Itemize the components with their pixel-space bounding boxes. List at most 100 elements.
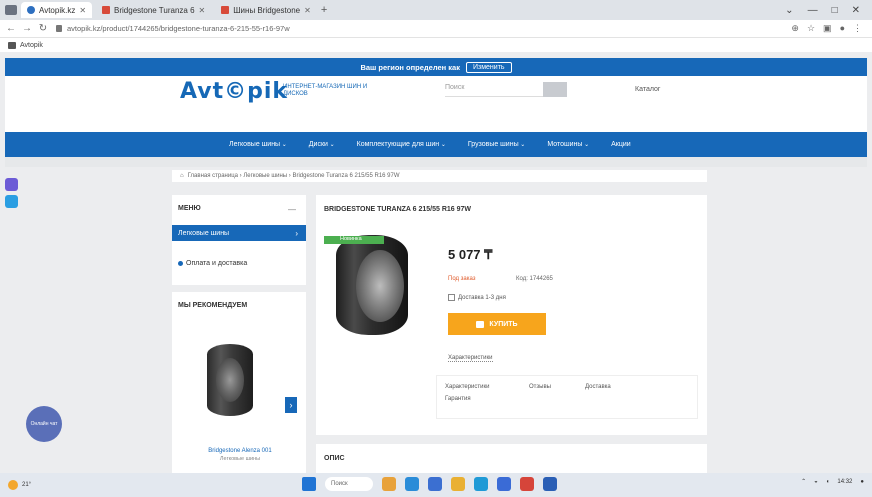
nav-item-promo[interactable]: Акции: [611, 141, 631, 148]
sidebar-item-tires[interactable]: Легковые шины ›: [172, 225, 306, 241]
back-icon[interactable]: ←: [6, 23, 16, 34]
word-icon[interactable]: [497, 477, 511, 491]
site-logo[interactable]: Avt©pik: [180, 79, 288, 104]
profile-icon[interactable]: ●: [840, 23, 845, 34]
close-tab-icon[interactable]: ✕: [304, 6, 311, 15]
close-window-icon[interactable]: ✕: [852, 5, 860, 16]
buy-label: КУПИТЬ: [489, 320, 518, 328]
minimize-icon[interactable]: —: [808, 5, 818, 16]
viber-icon[interactable]: [5, 178, 18, 191]
menu-title: МЕНЮ: [178, 205, 201, 212]
telegram-icon[interactable]: [5, 195, 18, 208]
sidebar-menu: МЕНЮ — Легковые шины › Оплата и доставка: [172, 195, 306, 285]
bookmark-label[interactable]: Avtopik: [20, 42, 43, 49]
favicon-icon: [27, 6, 35, 14]
info-link[interactable]: Отзывы: [529, 384, 551, 390]
url-field[interactable]: avtopik.kz/product/1744265/bridgestone-t…: [67, 24, 290, 33]
social-widget: [5, 178, 19, 220]
reload-icon[interactable]: ↻: [38, 23, 48, 34]
bookmarks-bar: Avtopik: [0, 38, 872, 52]
availability-status: Под заказ: [448, 276, 476, 282]
breadcrumb-text[interactable]: Главная страница › Легковые шины › Bridg…: [188, 173, 400, 179]
dropdown-icon[interactable]: ⌄: [785, 5, 793, 16]
clock[interactable]: 14:32: [837, 479, 852, 485]
close-tab-icon[interactable]: ✕: [79, 6, 86, 15]
recommended-panel: МЫ РЕКОМЕНДУЕМ › Bridgestone Alenza 001 …: [172, 292, 306, 473]
forward-icon[interactable]: →: [22, 23, 32, 34]
volume-icon[interactable]: ◖: [826, 479, 830, 485]
window-controls: ⌄ — □ ✕: [785, 5, 860, 16]
sidebar-item-delivery[interactable]: Оплата и доставка: [178, 260, 247, 267]
weather-temp: 21°: [22, 482, 32, 488]
main-navigation: Легковые шины Диски Комплектующие для ши…: [5, 132, 867, 157]
address-bar: ← → ↻ avtopik.kz/product/1744265/bridges…: [0, 20, 872, 38]
folder-icon[interactable]: [451, 477, 465, 491]
wifi-icon[interactable]: ◒: [814, 479, 818, 485]
extensions-icon[interactable]: ▣: [823, 23, 832, 34]
nav-item-moto[interactable]: Мотошины: [547, 141, 589, 148]
calendar-icon: [448, 294, 455, 301]
info-link[interactable]: Доставка: [585, 384, 611, 390]
delivery-info: Доставка 1-3 дня: [448, 294, 506, 301]
recommended-tire-image[interactable]: [207, 344, 253, 416]
tab-label: Шины Bridgestone: [233, 5, 301, 15]
app-icon[interactable]: [543, 477, 557, 491]
edge-icon[interactable]: [405, 477, 419, 491]
close-tab-icon[interactable]: ✕: [199, 6, 206, 15]
taskbar-search[interactable]: Поиск: [325, 477, 373, 491]
tab-actions-icon[interactable]: [5, 5, 17, 15]
start-icon[interactable]: [302, 477, 316, 491]
catalog-link[interactable]: Каталог: [635, 86, 660, 93]
tab-label: Bridgestone Turanza 6: [114, 5, 195, 15]
home-icon[interactable]: ⌂: [180, 173, 184, 179]
store-icon[interactable]: [474, 477, 488, 491]
buy-button[interactable]: КУПИТЬ: [448, 313, 546, 335]
change-region-button[interactable]: Изменить: [465, 61, 512, 73]
browser-tab[interactable]: Шины Bridgestone ✕: [215, 2, 317, 18]
product-title: BRIDGESTONE TURANZA 6 215/55 R16 97W: [324, 206, 472, 213]
browser-toolbar: ⊕ ☆ ▣ ● ⋮: [791, 23, 862, 34]
maximize-icon[interactable]: □: [832, 5, 838, 16]
product-info-links: Характеристики Отзывы Доставка Гарантия: [436, 375, 698, 419]
weather-widget[interactable]: 21°: [8, 480, 31, 490]
info-link[interactable]: Характеристики: [445, 384, 490, 390]
info-link[interactable]: Гарантия: [445, 396, 471, 402]
nav-item-parts[interactable]: Комплектующие для шин: [357, 141, 446, 148]
search-button[interactable]: [543, 82, 567, 97]
recommended-title: МЫ РЕКОМЕНДУЕМ: [178, 302, 248, 309]
recommended-product-name[interactable]: Bridgestone Alenza 001: [180, 448, 300, 454]
lock-icon[interactable]: [56, 25, 62, 32]
product-rim-image: [356, 250, 404, 322]
chevron-up-icon[interactable]: ⌃: [801, 478, 806, 485]
sun-icon: [8, 480, 18, 490]
region-banner: Ваш регион определен как Изменить: [5, 58, 867, 76]
bookmark-folder-icon[interactable]: [8, 41, 16, 49]
os-taskbar: 21° Поиск ⌃ ◒ ◖ 14:32 ●: [0, 473, 872, 497]
chevron-right-icon: ›: [295, 228, 298, 238]
mail-icon[interactable]: [428, 477, 442, 491]
nav-divider: [5, 157, 867, 167]
chat-widget-button[interactable]: Онлайн чат: [26, 406, 62, 442]
nav-item-truck[interactable]: Грузовые шины: [468, 141, 525, 148]
next-arrow-icon[interactable]: ›: [285, 397, 297, 413]
browser-tab-active[interactable]: Avtopik.kz ✕: [21, 2, 93, 18]
characteristics-link[interactable]: Характеристики: [448, 355, 493, 362]
product-price: 5 077 ₸: [448, 247, 493, 262]
taskbar-apps: Поиск: [302, 477, 557, 491]
tab-label: Avtopik.kz: [39, 5, 76, 15]
product-sku: Код: 1744265: [516, 276, 553, 282]
zoom-icon[interactable]: ⊕: [791, 23, 799, 34]
chrome-icon[interactable]: [520, 477, 534, 491]
search-input[interactable]: Поиск: [445, 84, 545, 97]
nav-item-wheels[interactable]: Диски: [309, 141, 335, 148]
nav-item-tires[interactable]: Легковые шины: [229, 141, 287, 148]
menu-icon[interactable]: ⋮: [853, 23, 862, 34]
page-viewport: Ваш регион определен как Изменить Avt©pi…: [0, 52, 872, 473]
notification-icon[interactable]: ●: [860, 479, 864, 485]
favicon-icon: [221, 6, 230, 14]
explorer-icon[interactable]: [382, 477, 396, 491]
collapse-menu-icon[interactable]: —: [288, 205, 296, 214]
new-tab-icon[interactable]: +: [321, 4, 327, 16]
browser-tab[interactable]: Bridgestone Turanza 6 ✕: [96, 2, 211, 18]
star-icon[interactable]: ☆: [807, 23, 815, 34]
